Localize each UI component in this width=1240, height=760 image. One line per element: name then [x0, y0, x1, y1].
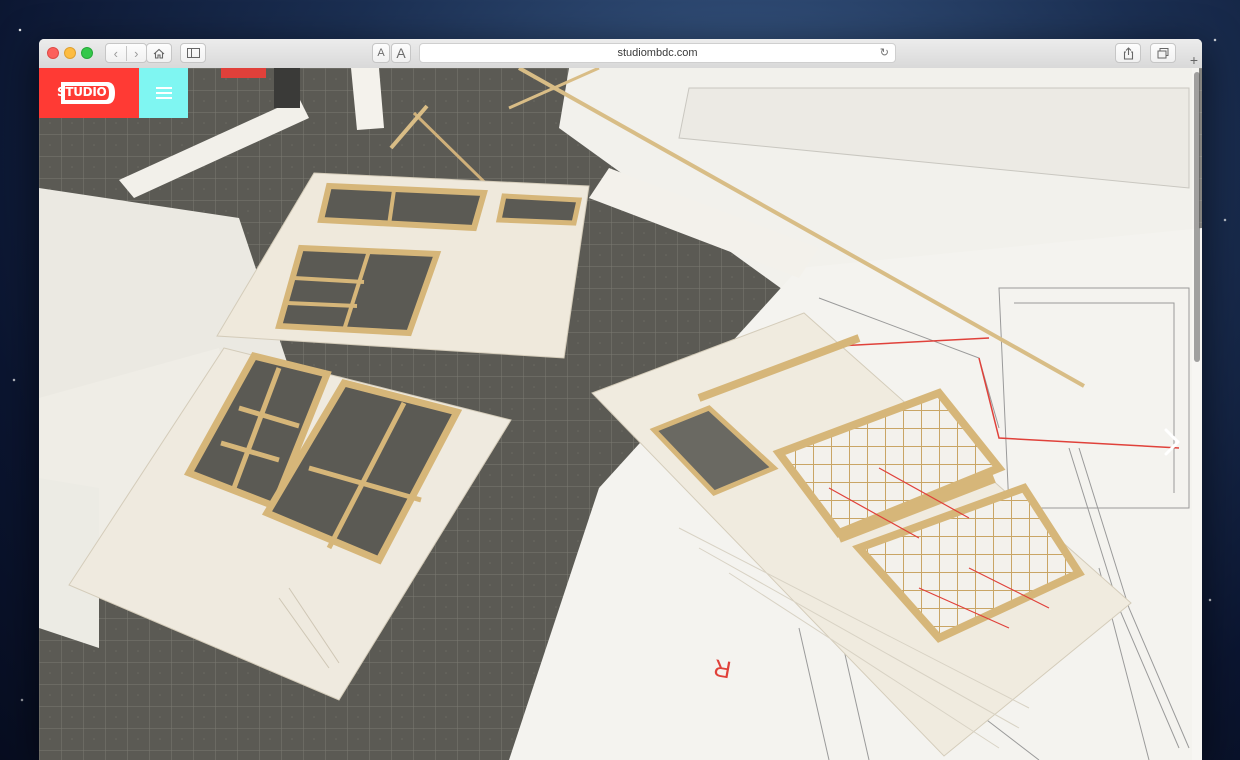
hero-image: R	[39, 68, 1202, 760]
home-icon	[153, 48, 165, 59]
menu-button[interactable]	[139, 68, 188, 118]
forward-icon[interactable]: ›	[127, 46, 147, 61]
minimize-window-button[interactable]	[64, 47, 76, 59]
url-text: studiombdc.com	[617, 47, 698, 59]
address-bar[interactable]: studiombdc.com ↻	[419, 43, 896, 63]
navigation-buttons: ‹ ›	[105, 43, 147, 63]
sidebar-button[interactable]	[180, 43, 206, 63]
home-button[interactable]	[146, 43, 172, 63]
plus-icon[interactable]: +	[1186, 53, 1202, 67]
browser-window: ‹ › A A studiombdc.com ↻ + R STUDIO	[39, 39, 1202, 760]
decrease-font-button[interactable]: A	[372, 43, 390, 63]
site-logo[interactable]: STUDIO	[39, 68, 139, 118]
increase-font-button[interactable]: A	[391, 43, 411, 63]
close-window-button[interactable]	[47, 47, 59, 59]
browser-toolbar: ‹ › A A studiombdc.com ↻ +	[39, 39, 1202, 69]
tabs-overview-button[interactable]	[1150, 43, 1176, 63]
logo-text: STUDIO	[57, 85, 107, 99]
reload-icon[interactable]: ↻	[880, 46, 889, 59]
tabs-icon	[1157, 47, 1169, 58]
web-content: R STUDIO	[39, 68, 1202, 760]
back-icon[interactable]: ‹	[106, 45, 127, 61]
chevron-right-icon[interactable]	[1164, 428, 1180, 456]
scrollbar-thumb[interactable]	[1194, 72, 1200, 362]
share-icon	[1123, 46, 1133, 60]
share-button[interactable]	[1115, 43, 1141, 63]
page-scrollbar[interactable]	[1192, 68, 1202, 760]
sidebar-icon	[186, 48, 200, 58]
fullscreen-window-button[interactable]	[81, 47, 93, 59]
hamburger-icon	[155, 87, 172, 99]
